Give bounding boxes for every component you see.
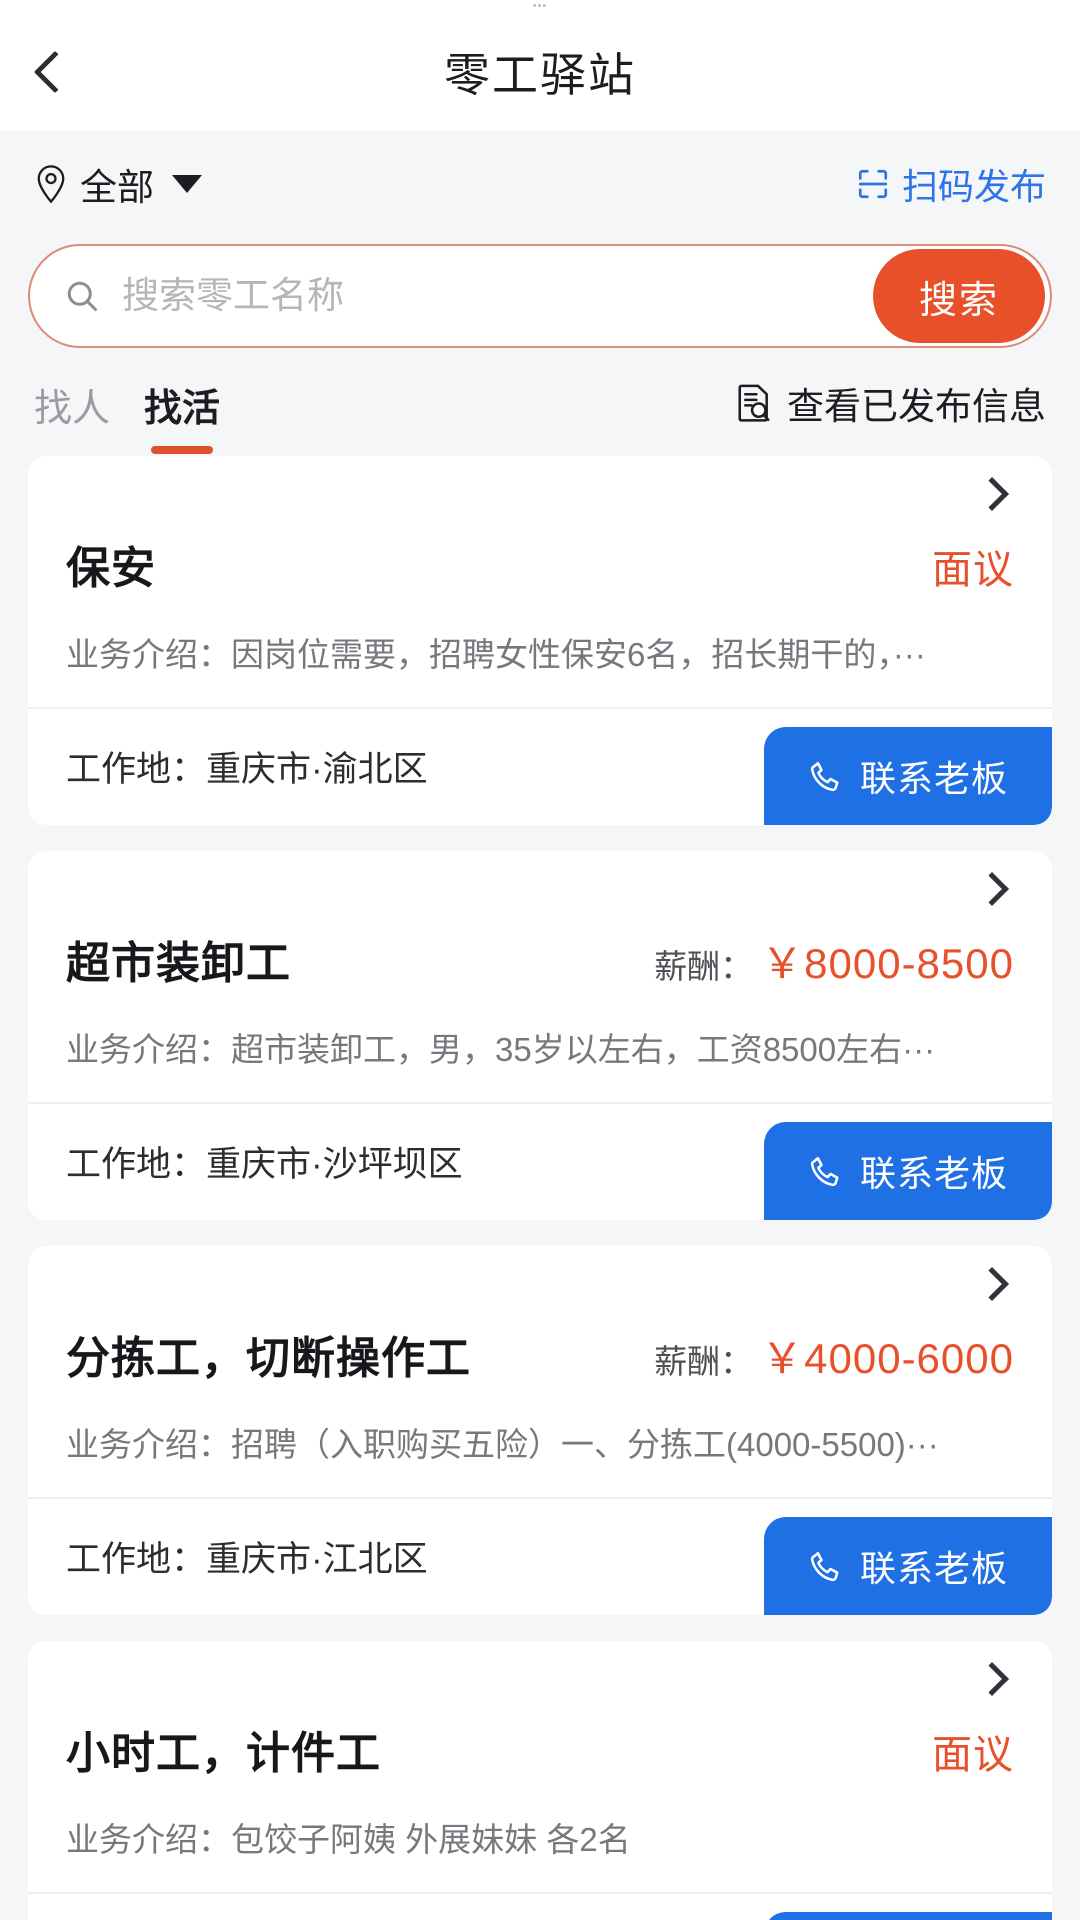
- view-published-label: 查看已发布信息: [787, 386, 1046, 427]
- job-pay: 面议: [924, 537, 1014, 595]
- document-search-icon: [738, 384, 770, 422]
- job-card-header: 保安 面议: [28, 532, 1052, 604]
- job-location: 工作地：重庆市·沙坪坝区: [66, 1145, 463, 1185]
- job-location: 工作地：重庆市·渝北区: [66, 750, 428, 790]
- job-pay-value: 面议: [932, 548, 1014, 592]
- job-pay: 薪酬： ￥8000-8500: [654, 930, 1014, 991]
- navbar: 零工驿站: [0, 14, 1080, 130]
- scan-publish-button[interactable]: 扫码发布: [856, 158, 1046, 210]
- contact-boss-label: 联系老板: [859, 757, 1008, 799]
- job-title: 超市装卸工: [66, 938, 291, 988]
- job-pay-value: ￥8000-8500: [761, 939, 1014, 987]
- search-button[interactable]: 搜索: [873, 249, 1045, 343]
- tabs-row: 找人 找活 查看已发布信息: [0, 348, 1080, 456]
- job-description: 业务介绍：包饺子阿姨 外展妹妹 各2名: [28, 1789, 1052, 1894]
- job-location: 工作地：重庆市·江北区: [66, 1540, 428, 1580]
- job-description: 业务介绍：招聘（入职购买五险）一、分拣工(4000-5500)···: [28, 1394, 1052, 1499]
- job-card-header: 小时工，计件工 面议: [28, 1717, 1052, 1789]
- job-card-footer: 工作地：重庆市·九龙坡区 联系老板: [28, 1894, 1052, 1920]
- job-title: 小时工，计件工: [66, 1728, 381, 1778]
- tab-underline: [151, 446, 214, 454]
- tab-label: 找人: [34, 388, 111, 430]
- chevron-left-icon: [33, 50, 77, 94]
- location-filter[interactable]: 全部: [34, 157, 202, 211]
- job-card[interactable]: 分拣工，切断操作工 薪酬： ￥4000-6000 业务介绍：招聘（入职购买五险）…: [28, 1245, 1052, 1615]
- phone-icon: [810, 1156, 839, 1186]
- job-pay: 薪酬： ￥4000-6000: [654, 1325, 1014, 1386]
- card-arrow-row: [28, 1246, 1052, 1322]
- tab-label: 找活: [144, 388, 221, 430]
- job-description: 业务介绍：超市装卸工，男，35岁以左右，工资8500左右···: [28, 999, 1052, 1104]
- phone-icon: [810, 761, 839, 792]
- job-card-header: 分拣工，切断操作工 薪酬： ￥4000-6000: [28, 1322, 1052, 1394]
- scan-code-icon: [858, 169, 888, 199]
- back-button[interactable]: [0, 14, 110, 130]
- job-pay-label: 薪酬：: [654, 1342, 754, 1380]
- contact-boss-button[interactable]: 联系老板: [764, 726, 1052, 825]
- caret-down-icon: [172, 175, 202, 193]
- chevron-right-icon[interactable]: [975, 1661, 1009, 1696]
- gig-station-page: ••• 零工驿站 全部 扫码发布 搜索零工名称 搜索 找人 找活 查看已发布信息…: [0, 0, 1080, 1920]
- scan-publish-label: 扫码发布: [901, 166, 1046, 207]
- filter-row: 全部 扫码发布: [0, 130, 1080, 238]
- job-pay: 面议: [924, 1722, 1014, 1780]
- phone-icon: [810, 1551, 839, 1581]
- job-card-footer: 工作地：重庆市·沙坪坝区 联系老板: [28, 1104, 1052, 1220]
- job-card[interactable]: 超市装卸工 薪酬： ￥8000-8500 业务介绍：超市装卸工，男，35岁以左右…: [28, 850, 1052, 1220]
- page-title: 零工驿站: [444, 49, 636, 101]
- job-card-footer: 工作地：重庆市·渝北区 联系老板: [28, 709, 1052, 825]
- job-card-header: 超市装卸工 薪酬： ￥8000-8500: [28, 927, 1052, 999]
- contact-boss-button[interactable]: 联系老板: [764, 1516, 1052, 1615]
- job-card[interactable]: 小时工，计件工 面议 业务介绍：包饺子阿姨 外展妹妹 各2名 工作地：重庆市·九…: [28, 1640, 1052, 1920]
- chevron-right-icon[interactable]: [975, 477, 1009, 511]
- search-input[interactable]: [100, 275, 873, 317]
- tab-find-people[interactable]: 找人: [34, 377, 110, 456]
- job-pay-value: ￥4000-6000: [761, 1334, 1014, 1382]
- location-pin-icon: [37, 165, 65, 203]
- job-pay-label: 薪酬：: [654, 947, 754, 985]
- search-bar[interactable]: 搜索: [28, 244, 1052, 348]
- contact-boss-label: 联系老板: [859, 1152, 1008, 1194]
- job-card-footer: 工作地：重庆市·江北区 联系老板: [28, 1499, 1052, 1615]
- job-pay-value: 面议: [932, 1732, 1014, 1777]
- job-description: 业务介绍：因岗位需要，招聘女性保安6名，招长期干的，···: [28, 604, 1052, 709]
- chevron-right-icon[interactable]: [975, 871, 1009, 906]
- chevron-right-icon[interactable]: [975, 1266, 1009, 1301]
- search-icon: [67, 281, 97, 311]
- card-arrow-row: [28, 456, 1052, 532]
- card-arrow-row: [28, 1641, 1052, 1717]
- contact-boss-button[interactable]: 联系老板: [764, 1911, 1052, 1920]
- job-card[interactable]: 保安 面议 业务介绍：因岗位需要，招聘女性保安6名，招长期干的，··· 工作地：…: [28, 456, 1052, 825]
- job-title: 分拣工，切断操作工: [66, 1333, 471, 1383]
- contact-boss-button[interactable]: 联系老板: [764, 1121, 1052, 1220]
- card-arrow-row: [28, 851, 1052, 927]
- contact-boss-label: 联系老板: [859, 1547, 1008, 1589]
- view-published-button[interactable]: 查看已发布信息: [735, 376, 1046, 456]
- location-filter-label: 全部: [80, 167, 154, 208]
- job-list: 保安 面议 业务介绍：因岗位需要，招聘女性保安6名，招长期干的，··· 工作地：…: [0, 456, 1080, 1920]
- job-title: 保安: [66, 544, 156, 593]
- search-section: 搜索: [0, 238, 1080, 348]
- status-bar: •••: [0, 0, 1080, 14]
- status-dots: •••: [532, 0, 548, 12]
- tab-find-jobs[interactable]: 找活: [144, 377, 220, 456]
